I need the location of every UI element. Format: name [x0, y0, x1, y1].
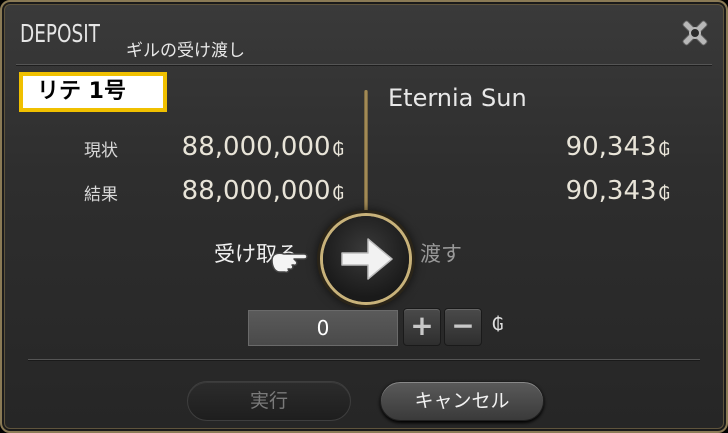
- increase-button[interactable]: +: [403, 308, 441, 346]
- gil-symbol: ₲: [658, 183, 670, 204]
- current-label: 現状: [84, 141, 118, 161]
- left-current-value: 88,000,000: [181, 132, 331, 162]
- transfer-direction-button[interactable]: [323, 216, 409, 302]
- gil-symbol: ₲: [658, 139, 670, 160]
- gil-symbol: ₲: [332, 139, 344, 160]
- arrow-right-icon: [341, 238, 393, 280]
- decrease-button[interactable]: −: [444, 308, 482, 346]
- give-label[interactable]: 渡す: [420, 238, 462, 268]
- pointing-hand-icon: [270, 246, 310, 278]
- left-result-value: 88,000,000: [181, 176, 331, 206]
- deposit-window: DEPOSIT ギルの受け渡し リテ 1号 Eternia Sun 現状 結果 …: [0, 0, 728, 433]
- party-divider: [364, 90, 368, 216]
- amount-input[interactable]: 0: [248, 310, 398, 346]
- close-icon: [682, 20, 708, 46]
- left-party-name: リテ 1号: [19, 72, 167, 112]
- right-party-name: Eternia Sun: [388, 84, 527, 112]
- gil-symbol: ₲: [332, 183, 344, 204]
- execute-button[interactable]: 実行: [187, 381, 351, 421]
- footer-divider-shadow: [28, 360, 700, 361]
- window-title-en: DEPOSIT: [20, 19, 100, 48]
- input-gil-symbol: ₲: [492, 314, 504, 335]
- left-result-amount: 88,000,000 ₲: [182, 176, 344, 206]
- header-divider-shadow: [16, 65, 712, 66]
- right-result-value: 90,343: [565, 176, 657, 206]
- right-current-amount: 90,343 ₲: [566, 132, 670, 162]
- left-current-amount: 88,000,000 ₲: [182, 132, 344, 162]
- right-result-amount: 90,343 ₲: [566, 176, 670, 206]
- right-current-value: 90,343: [565, 132, 657, 162]
- close-button[interactable]: [678, 16, 712, 50]
- result-label: 結果: [84, 185, 118, 205]
- window-title-jp: ギルの受け渡し: [126, 41, 245, 61]
- cancel-button[interactable]: キャンセル: [380, 381, 544, 421]
